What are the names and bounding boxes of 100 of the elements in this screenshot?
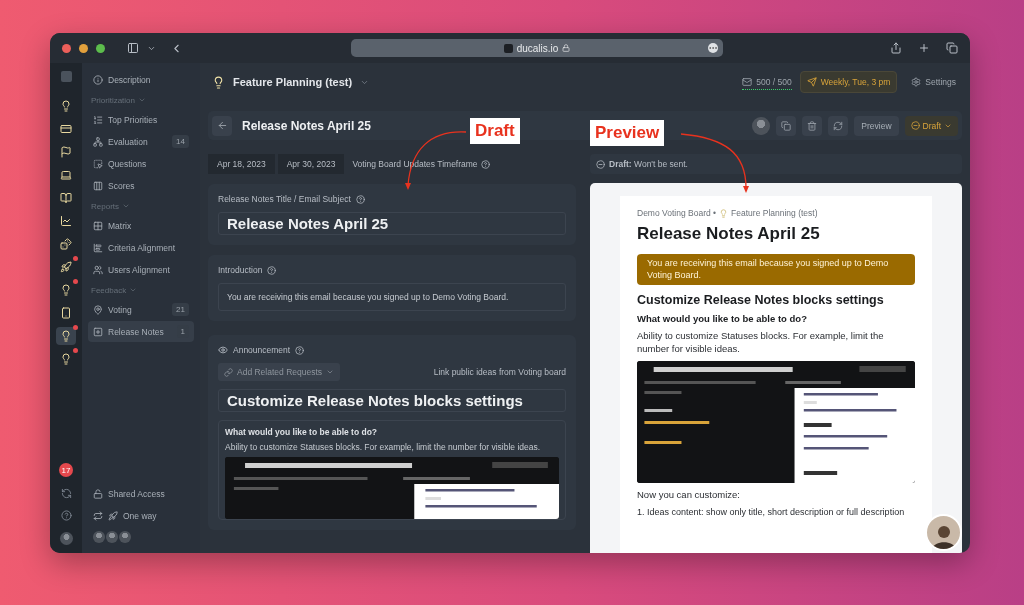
start-date[interactable]: Apr 18, 2023 bbox=[208, 154, 275, 174]
question-text: What would you like to be able to do? bbox=[225, 427, 379, 437]
sidebar-item[interactable]: Criteria Alignment bbox=[88, 237, 194, 258]
end-date[interactable]: Apr 30, 2023 bbox=[277, 154, 345, 174]
item-count: 14 bbox=[172, 135, 189, 148]
sidebar-item[interactable]: Top Priorities bbox=[88, 109, 194, 130]
title-field[interactable]: Release Notes April 25 bbox=[218, 212, 566, 235]
field-label: Introduction bbox=[218, 265, 263, 275]
release-title: Release Notes April 25 bbox=[242, 118, 371, 133]
sidebar-item[interactable]: Scores bbox=[88, 175, 194, 196]
dice-icon bbox=[60, 238, 72, 250]
refresh-icon bbox=[833, 120, 844, 131]
notification-dot bbox=[73, 279, 78, 284]
grid-icon bbox=[93, 220, 103, 231]
annotation-label: Preview bbox=[590, 120, 665, 147]
minimize-button[interactable] bbox=[79, 43, 88, 53]
user-avatar[interactable] bbox=[59, 532, 73, 545]
help-icon[interactable] bbox=[480, 159, 490, 169]
hint-text: Link public ideas from Voting board bbox=[433, 367, 566, 377]
minus-icon bbox=[910, 121, 920, 130]
site-icon bbox=[503, 43, 513, 53]
back-button[interactable] bbox=[212, 115, 232, 136]
more-icon[interactable] bbox=[708, 43, 718, 53]
url-text: ducalis.io bbox=[516, 42, 559, 54]
tabs-icon[interactable] bbox=[946, 42, 958, 54]
book-icon bbox=[60, 192, 72, 204]
introduction-field[interactable]: You are receiving this email because you signed up to Demo Voting Board. bbox=[218, 283, 566, 311]
users-icon bbox=[93, 264, 103, 275]
rocket-icon bbox=[108, 510, 118, 521]
sidebar-label: Shared Access bbox=[108, 488, 165, 499]
project-title[interactable]: Feature Planning (test) bbox=[233, 76, 353, 88]
lock-icon bbox=[93, 488, 103, 499]
block-title-field[interactable]: Customize Release Notes blocks settings bbox=[218, 389, 566, 412]
status-dropdown[interactable]: Draft bbox=[904, 115, 958, 136]
sidebar-item[interactable]: Description bbox=[88, 69, 194, 90]
sidebar-label: Users Alignment bbox=[108, 264, 170, 275]
member-avatar[interactable] bbox=[119, 531, 131, 543]
member-avatar[interactable] bbox=[106, 531, 118, 543]
help-icon[interactable] bbox=[355, 194, 365, 204]
schedule-button[interactable]: Weekly, Tue, 3 pm bbox=[799, 71, 898, 93]
columns-icon bbox=[93, 180, 103, 191]
new-tab-icon[interactable] bbox=[918, 42, 930, 54]
sync-icon[interactable] bbox=[60, 488, 72, 499]
app-logo bbox=[60, 71, 72, 82]
trash-icon bbox=[807, 120, 818, 131]
address-bar[interactable]: ducalis.io bbox=[351, 39, 723, 57]
refresh-button[interactable] bbox=[828, 115, 849, 136]
lightbulb-icon bbox=[212, 75, 225, 89]
email-notice: You are receiving this email because you signed up to Demo Voting Board. bbox=[637, 254, 915, 286]
caret-icon bbox=[326, 368, 335, 376]
sidebar-label: Evaluation bbox=[108, 136, 148, 147]
help-icon[interactable] bbox=[295, 345, 305, 355]
sidebar-label: Scores bbox=[108, 180, 135, 191]
email-quota[interactable]: 500 / 500 bbox=[742, 74, 792, 90]
preview-button[interactable]: Preview bbox=[854, 115, 899, 136]
board-name: Demo Voting Board • bbox=[637, 208, 717, 218]
sidebar-label: One way bbox=[123, 510, 157, 521]
author-avatar[interactable] bbox=[752, 116, 771, 135]
notification-count[interactable]: 17 bbox=[59, 463, 73, 477]
caret-icon bbox=[122, 202, 130, 210]
sidebar-item[interactable]: Shared Access bbox=[88, 483, 194, 504]
delete-button[interactable] bbox=[802, 115, 823, 136]
sidebar-item[interactable]: Evaluation 14 bbox=[88, 131, 194, 152]
mail-icon bbox=[742, 76, 753, 87]
block-content-field[interactable]: What would you like to be able to do? Ability to customize Statuses blocks. For example, limit the number for visible ideas. bbox=[218, 420, 566, 520]
sidebar-item[interactable]: Release Notes 1 bbox=[88, 321, 194, 342]
sidebar-item[interactable]: Users Alignment bbox=[88, 259, 194, 280]
minus-icon bbox=[596, 159, 605, 169]
email-title: Release Notes April 25 bbox=[637, 224, 821, 244]
share-icon[interactable] bbox=[890, 42, 902, 54]
list-icon bbox=[93, 114, 103, 125]
related-requests-dropdown[interactable]: Add Related Requests bbox=[218, 363, 341, 381]
maximize-button[interactable] bbox=[96, 43, 105, 53]
sidebar-label: Top Priorities bbox=[108, 114, 158, 125]
lock-icon bbox=[562, 44, 571, 52]
help-icon[interactable] bbox=[60, 510, 72, 521]
link-icon bbox=[224, 367, 233, 377]
status-note-text: Draft: Won't be sent. bbox=[609, 159, 688, 169]
sidebar-item[interactable]: One way bbox=[88, 505, 194, 526]
lightbulb-icon bbox=[60, 353, 72, 365]
close-button[interactable] bbox=[62, 43, 71, 53]
block-title: Customize Release Notes blocks settings bbox=[637, 293, 885, 308]
help-icon[interactable] bbox=[267, 265, 277, 275]
info-icon bbox=[93, 74, 103, 85]
flag-icon bbox=[60, 146, 72, 158]
question-text: What would you like to be able to do? bbox=[637, 313, 808, 325]
member-avatar[interactable] bbox=[93, 531, 105, 543]
sidebar-item[interactable]: Matrix bbox=[88, 215, 194, 236]
sidebar-item[interactable]: Voting 21 bbox=[88, 299, 194, 320]
duplicate-button[interactable] bbox=[776, 115, 797, 136]
sidebar-toggle-icon[interactable] bbox=[127, 42, 139, 54]
eye-icon[interactable] bbox=[218, 345, 228, 355]
sidebar-label: Description bbox=[108, 74, 151, 85]
caret-icon bbox=[138, 96, 146, 104]
sidebar-item[interactable]: Questions bbox=[88, 153, 194, 174]
list-item: 1. Ideas content: show only title, short description or full description bbox=[637, 507, 906, 520]
settings-button[interactable]: Settings bbox=[905, 76, 962, 88]
board-item[interactable] bbox=[56, 327, 76, 345]
sync-icon bbox=[93, 510, 103, 521]
sidebar-label: Release Notes bbox=[108, 326, 164, 337]
